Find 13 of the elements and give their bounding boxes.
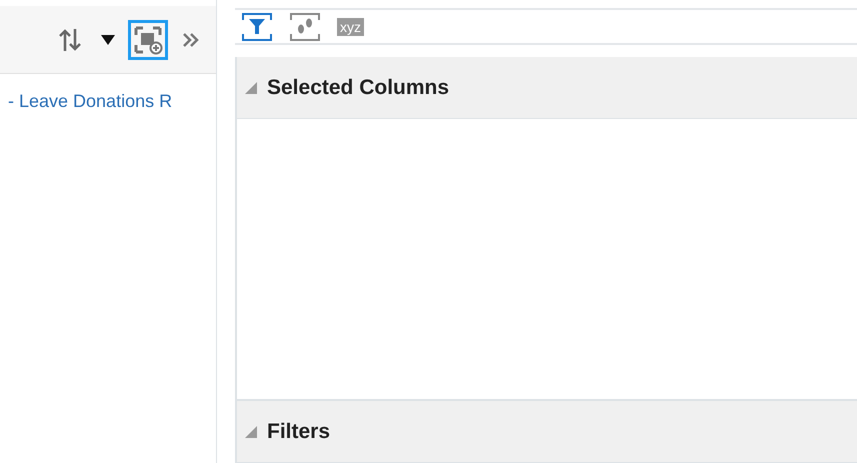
disclosure-triangle-icon xyxy=(245,82,257,94)
steps-button[interactable] xyxy=(289,12,321,42)
section-header[interactable]: Filters xyxy=(237,401,857,463)
section-header[interactable]: Selected Columns xyxy=(237,57,857,119)
tree-item-link[interactable]: - Leave Donations R xyxy=(8,91,172,111)
sort-arrows-icon xyxy=(57,26,83,52)
add-view-button[interactable] xyxy=(128,20,168,60)
filter-icon xyxy=(241,12,273,42)
caret-icon xyxy=(101,34,115,44)
footprints-icon xyxy=(289,12,321,42)
filter-button[interactable] xyxy=(241,12,273,42)
disclosure-triangle-icon xyxy=(245,426,257,438)
add-view-icon xyxy=(133,24,163,54)
